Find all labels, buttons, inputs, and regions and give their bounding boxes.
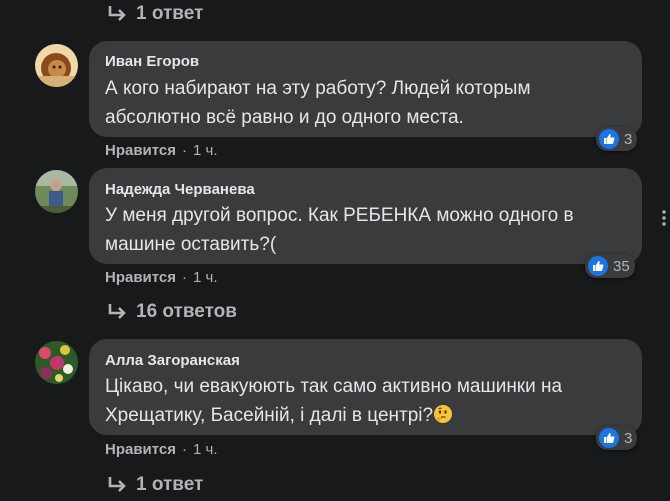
view-replies-link[interactable]: 1 ответ [106,474,203,496]
separator: · [182,441,188,458]
comment-text-line: А кого набирают на эту работу? Людей кот… [105,78,531,99]
separator: · [182,269,188,286]
comment-text-line: Цікаво, чи евакуюють так само активно ма… [105,376,563,397]
comment-text-line-with-emoji: Хрещатику, Басейній, і далі в центрі? [105,401,453,430]
like-button[interactable]: Нравится [105,269,176,286]
reaction-number: 35 [613,257,630,275]
like-button[interactable]: Нравится [105,142,176,159]
comment-author[interactable]: Алла Загоранская [105,352,240,369]
reaction-count[interactable]: 35 [585,254,635,278]
comment-actions: Нравится · 1 ч. [105,142,218,159]
more-options-icon[interactable] [662,210,666,226]
flowers-avatar [35,341,78,384]
replies-count: 16 ответов [136,301,237,322]
replies-count: 1 ответ [136,3,204,24]
avatar[interactable] [35,170,78,213]
person-photo-avatar [35,170,78,213]
like-reaction-icon [599,129,619,149]
like-reaction-icon [588,256,608,276]
comment-actions: Нравится · 1 ч. [105,441,218,458]
comment-bubble: Надежда Черванева У меня другой вопрос. … [89,168,642,264]
comment-text-line: У меня другой вопрос. Как РЕБЕНКА можно … [105,205,574,226]
reaction-count[interactable]: 3 [596,127,638,151]
reaction-number: 3 [624,130,633,148]
comment-time[interactable]: 1 ч. [193,269,218,286]
avatar[interactable] [35,44,78,87]
comment-text-line: машине оставить?( [105,234,277,255]
comment-time[interactable]: 1 ч. [193,441,218,458]
view-replies-link[interactable]: 1 ответ [106,3,203,25]
reply-arrow-icon [108,304,126,319]
comment-text: Хрещатику, Басейній, і далі в центрі? [105,405,434,426]
reply-arrow-icon [108,477,126,492]
avatar[interactable] [35,341,78,384]
comment-bubble: Иван Егоров А кого набирают на эту работ… [89,41,642,137]
like-button[interactable]: Нравится [105,441,176,458]
comment-text-line: абсолютно всё равно и до одного места. [105,107,464,128]
reaction-number: 3 [624,429,633,447]
comment-author[interactable]: Иван Егоров [105,53,199,70]
thinking-face-icon [434,405,453,423]
view-replies-link[interactable]: 16 ответов [106,301,237,323]
separator: · [182,142,188,159]
comment-actions: Нравится · 1 ч. [105,269,218,286]
like-reaction-icon [599,428,619,448]
lion-avatar [35,44,78,87]
replies-count: 1 ответ [136,474,204,495]
comment-time[interactable]: 1 ч. [193,142,218,159]
comment-author[interactable]: Надежда Черванева [105,181,255,198]
reaction-count[interactable]: 3 [596,426,638,450]
reply-arrow-icon [108,6,126,21]
comment-bubble: Алла Загоранская Цікаво, чи евакуюють та… [89,339,642,435]
